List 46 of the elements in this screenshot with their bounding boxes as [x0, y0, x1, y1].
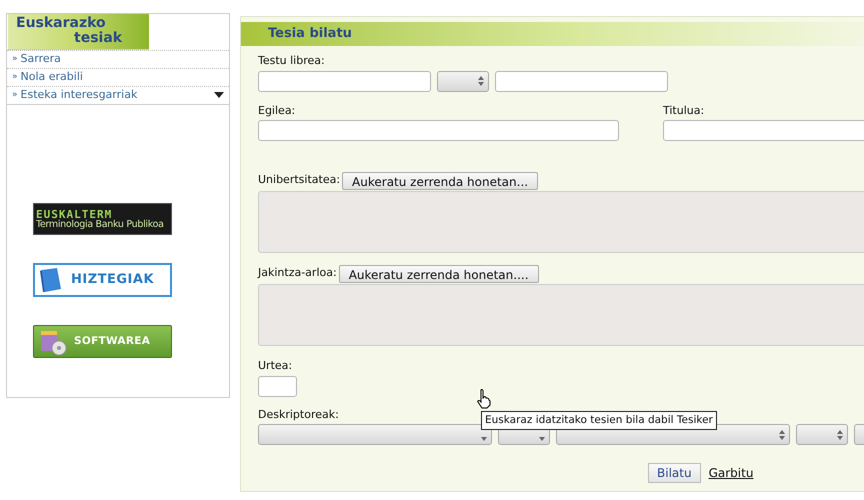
spinner-arrows-icon [478, 76, 484, 86]
dropdown-arrow-icon [539, 436, 545, 440]
field-label: Urtea: [258, 358, 292, 374]
clear-link[interactable]: Garbitu [708, 464, 754, 482]
menu-item[interactable]: » Esteka interesgarriak [7, 86, 229, 104]
field-label: Testu librea: [258, 53, 325, 69]
input-field[interactable] [258, 70, 431, 92]
menu-label: Sarrera [20, 51, 61, 68]
input-field[interactable] [663, 120, 864, 141]
field-label: Titulua: [663, 102, 704, 118]
banner-title: SOFTWAREA [74, 334, 150, 349]
logo-text: Euskarazko [16, 16, 107, 31]
search-button[interactable]: Bilatu [648, 463, 701, 483]
field-label: Unibertsitatea: [258, 172, 340, 188]
dropdown-arrow-icon [481, 436, 487, 440]
banner-subtitle: Terminologia Banku Publikoa [36, 220, 165, 230]
site-logo[interactable]: Euskarazko tesiak [8, 14, 149, 50]
input-field[interactable] [258, 120, 619, 141]
field-label: Deskriptoreak: [258, 406, 339, 422]
select-field[interactable] [437, 70, 489, 92]
input-field[interactable] [495, 70, 668, 92]
euskalterm-banner[interactable]: EUSKALTERM Terminologia Banku Publikoa [33, 203, 172, 235]
banner-title: EUSKALTERM [36, 208, 112, 220]
panel-title: Tesia bilatu [268, 25, 352, 44]
menu-item[interactable]: » Sarrera [7, 50, 229, 68]
spinner-arrows-icon [779, 430, 785, 440]
hand-cursor-icon [477, 389, 491, 409]
chevron-marker: » [12, 52, 18, 66]
choose-button[interactable]: Aukeratu zerrenda honetan... [342, 172, 538, 190]
chevron-marker: » [12, 88, 18, 102]
field-label: Jakintza-arloa: [258, 265, 337, 281]
book-icon [39, 267, 63, 293]
select-field[interactable] [258, 424, 492, 445]
chevron-marker: » [12, 70, 18, 84]
logo-text: tesiak [74, 31, 124, 46]
menu-label: Esteka interesgarriak [20, 87, 138, 104]
choose-button[interactable]: Aukeratu zerrenda honetan.... [338, 265, 539, 283]
menu-item[interactable]: » Nola erabili [7, 68, 229, 86]
hiztegiak-banner[interactable]: HIZTEGIAK [33, 263, 172, 297]
spinner-arrows-icon [837, 430, 843, 440]
select-field[interactable] [796, 424, 848, 445]
field-label: Egilea: [258, 102, 296, 118]
input-field[interactable] [258, 376, 297, 396]
menu-label: Nola erabili [20, 69, 83, 86]
tooltip: Euskaraz idatzitako tesien bila dabil Tesiker [481, 411, 717, 430]
banner-title: HIZTEGIAK [71, 271, 154, 290]
